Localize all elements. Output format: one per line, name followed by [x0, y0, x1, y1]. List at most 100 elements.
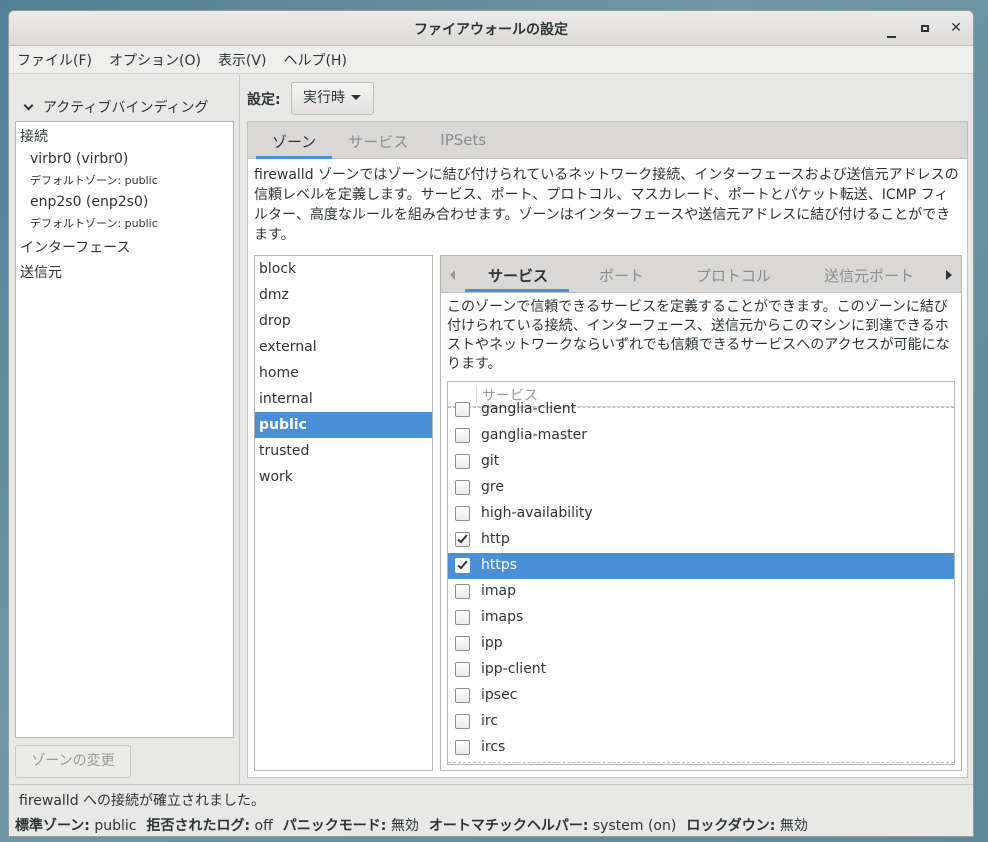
zone-item-external[interactable]: external [255, 334, 432, 360]
table-row[interactable]: ganglia-client [448, 397, 954, 423]
services-rows: ganglia-client ganglia-master git gre high-a… [448, 397, 954, 761]
service-checkbox[interactable] [455, 558, 470, 573]
zone-item-public[interactable]: public [255, 412, 432, 438]
title-bar: ファイアウォールの設定 ✕ [9, 11, 973, 46]
table-row[interactable]: ipp [448, 631, 954, 657]
active-bindings-toggle[interactable]: アクティブバインディング [23, 97, 209, 117]
table-row[interactable]: imaps [448, 605, 954, 631]
tab-ipsets[interactable]: IPSets [424, 122, 502, 158]
service-checkbox[interactable] [455, 532, 470, 547]
status-label: 拒否されたログ: [146, 818, 251, 834]
scroll-tabs-right-icon[interactable] [946, 270, 952, 280]
status-label: パニックモード: [282, 818, 387, 834]
bindings-list: 接続 virbr0 (virbr0) デフォルトゾーン: public enp2… [15, 121, 234, 738]
table-row[interactable]: ipsec [448, 683, 954, 709]
service-name: ganglia-master [481, 427, 588, 443]
service-checkbox[interactable] [455, 714, 470, 729]
zone-item-trusted[interactable]: trusted [255, 438, 432, 464]
bindings-section-sources[interactable]: 送信元 [20, 262, 62, 282]
config-pane: 設定: 実行時 ゾーン サービス IPSets firewalld ゾーンではゾ… [240, 75, 973, 784]
connection-zone-label: デフォルトゾーン: public [30, 174, 158, 187]
table-row[interactable]: high-availability [448, 501, 954, 527]
service-name: ganglia-client [481, 401, 577, 417]
table-row[interactable]: irc [448, 709, 954, 735]
menu-view[interactable]: 表示(V) [218, 50, 267, 70]
zone-settings-notebook: サービス ポート プロトコル 送信元ポート このゾーンで信頼できるサービスを定義… [440, 255, 962, 771]
close-icon: ✕ [950, 20, 962, 36]
caret-down-icon [351, 95, 361, 100]
zone-item-drop[interactable]: drop [255, 308, 432, 334]
service-checkbox[interactable] [455, 402, 470, 417]
checkmark-icon [457, 532, 468, 544]
minimize-button[interactable] [881, 18, 901, 38]
connection-status: firewalld への接続が確立されました。 [19, 793, 266, 809]
checkmark-icon [457, 558, 468, 570]
zone-services-page: このゾーンで信頼できるサービスを定義することができます。このゾーンに結び付けられ… [441, 293, 961, 770]
close-button[interactable]: ✕ [946, 18, 966, 38]
service-name: gre [481, 479, 504, 495]
service-checkbox[interactable] [455, 428, 470, 443]
service-name: https [481, 557, 518, 573]
menu-options[interactable]: オプション(O) [109, 50, 201, 70]
table-row[interactable]: git [448, 449, 954, 475]
table-row[interactable]: ganglia-master [448, 423, 954, 449]
zone-item-block[interactable]: block [255, 256, 432, 282]
status-summary: 標準ゾーン: public 拒否されたログ: off パニックモード: 無効 オートマ… [15, 815, 818, 835]
zone-item-dmz[interactable]: dmz [255, 282, 432, 308]
menu-help[interactable]: ヘルプ(H) [283, 50, 346, 70]
table-row[interactable]: http [448, 527, 954, 553]
service-checkbox[interactable] [455, 610, 470, 625]
active-bindings-label: アクティブバインディング [43, 100, 209, 116]
service-name: ipp [481, 635, 503, 651]
table-row[interactable]: imap [448, 579, 954, 605]
tab-zone-services[interactable]: サービス [488, 265, 548, 286]
service-name: imaps [481, 609, 524, 625]
service-checkbox[interactable] [455, 506, 470, 521]
minimize-icon [886, 36, 896, 38]
service-name: imap [481, 583, 516, 599]
menu-bar: ファイル(F) オプション(O) 表示(V) ヘルプ(H) [9, 46, 973, 74]
table-row[interactable]: ipp-client [448, 657, 954, 683]
table-row[interactable]: ircs [448, 735, 954, 761]
tab-services[interactable]: サービス [332, 122, 424, 158]
services-table: サービス ganglia-client ganglia-master git gre h… [447, 381, 955, 765]
scroll-tabs-left-icon[interactable] [450, 270, 455, 280]
zones-page: firewalld ゾーンではゾーンに結び付けられているネットワーク接続、インタ… [248, 159, 967, 777]
table-row[interactable]: gre [448, 475, 954, 501]
service-checkbox[interactable] [455, 480, 470, 495]
drop-indicator-bottom [448, 762, 954, 763]
service-name: ipp-client [481, 661, 547, 677]
service-description: このゾーンで信頼できるサービスを定義することができます。このゾーンに結び付けられ… [447, 299, 950, 372]
service-name: git [481, 453, 500, 469]
service-checkbox[interactable] [455, 584, 470, 599]
config-mode-value: 実行時 [303, 90, 345, 106]
tab-zone-ports[interactable]: ポート [599, 265, 644, 286]
service-checkbox[interactable] [455, 688, 470, 703]
tab-zone-protocols[interactable]: プロトコル [696, 265, 771, 286]
main-tabs: ゾーン サービス IPSets [248, 122, 967, 159]
connection-zone-label: デフォルトゾーン: public [30, 217, 158, 230]
menu-file[interactable]: ファイル(F) [17, 50, 92, 70]
service-checkbox[interactable] [455, 662, 470, 677]
bindings-section-interfaces[interactable]: インターフェース [20, 237, 130, 257]
zone-item-internal[interactable]: internal [255, 386, 432, 412]
config-mode-dropdown[interactable]: 実行時 [291, 82, 374, 115]
main-notebook: ゾーン サービス IPSets firewalld ゾーンではゾーンに結び付けら… [247, 121, 968, 778]
tab-zones[interactable]: ゾーン [256, 122, 333, 159]
zone-item-home[interactable]: home [255, 360, 432, 386]
change-zone-button[interactable]: ゾーンの変更 [15, 745, 131, 778]
service-checkbox[interactable] [455, 740, 470, 755]
chevron-down-icon [23, 100, 34, 110]
table-row[interactable]: https [448, 553, 954, 579]
bindings-section-connections[interactable]: 接続 [20, 126, 48, 146]
connection-item-virbr0[interactable]: virbr0 (virbr0) [30, 151, 128, 167]
maximize-button[interactable] [915, 18, 935, 38]
service-checkbox[interactable] [455, 636, 470, 651]
connection-item-enp2s0[interactable]: enp2s0 (enp2s0) [30, 194, 148, 210]
service-checkbox[interactable] [455, 454, 470, 469]
service-name: high-availability [481, 505, 593, 521]
tab-zone-source-ports[interactable]: 送信元ポート [824, 265, 914, 286]
service-name: http [481, 531, 510, 547]
status-value: 無効 [779, 818, 808, 834]
zone-item-work[interactable]: work [255, 464, 432, 490]
